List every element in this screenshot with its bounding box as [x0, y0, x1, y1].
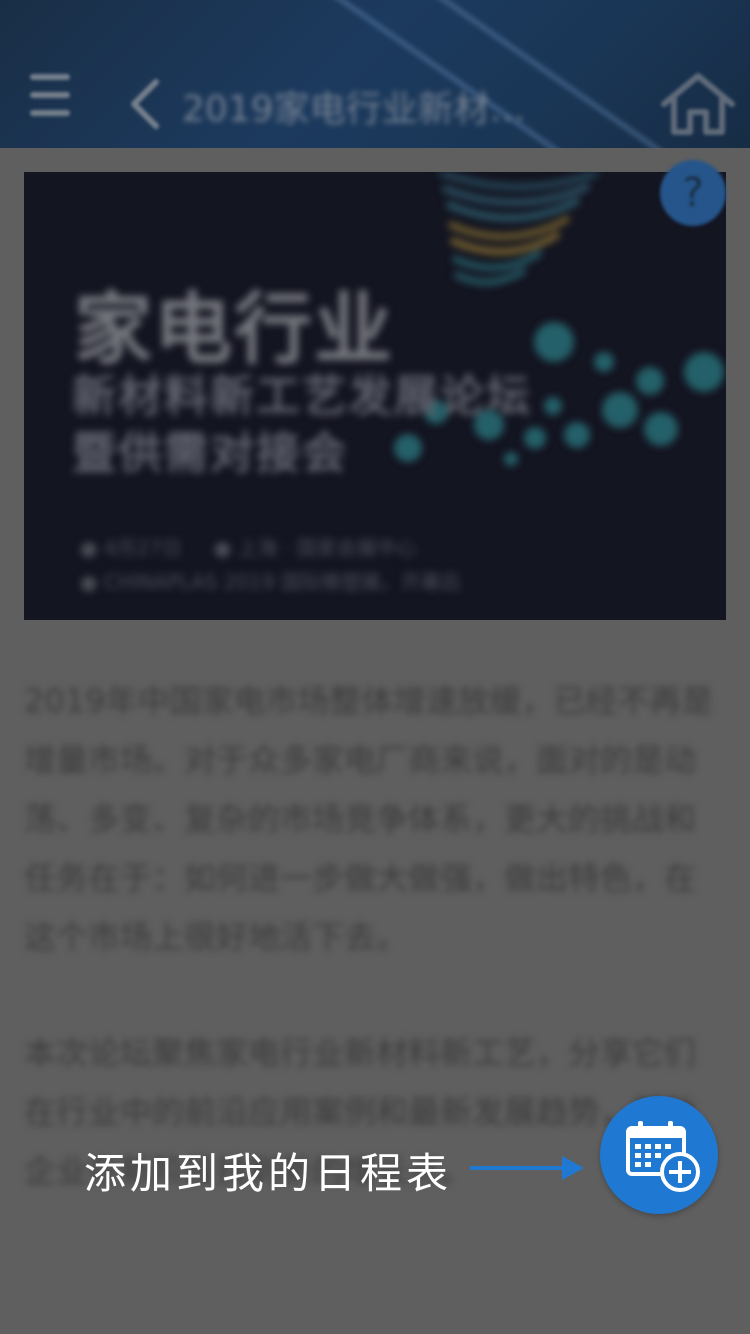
add-to-schedule-button[interactable]: [600, 1096, 718, 1214]
calendar-add-icon: [626, 1121, 700, 1192]
add-to-schedule-tip: 添加到我的日程表: [84, 1149, 453, 1198]
arrow-right-icon: [470, 1156, 584, 1180]
